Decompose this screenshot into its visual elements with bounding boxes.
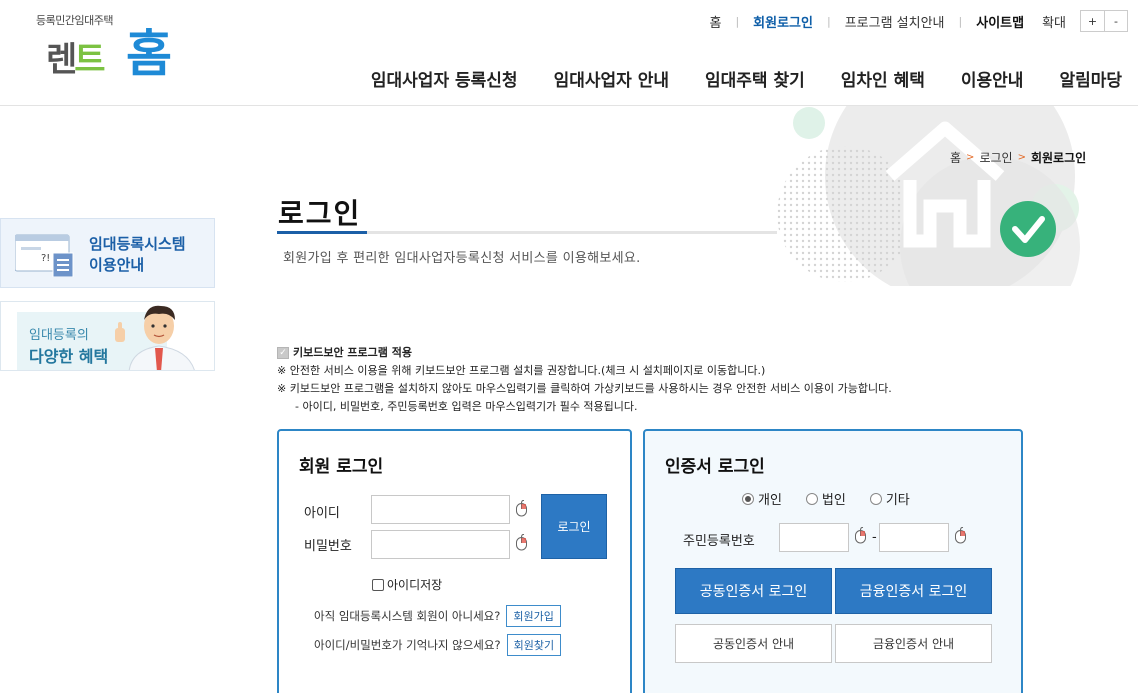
nav-item-tenant-benefits[interactable]: 임차인 혜택 <box>841 66 925 91</box>
save-id-label: 아이디저장 <box>387 578 443 592</box>
certificate-login-box: 인증서 로그인 개인 법인 기타 주민등록번호 - 공동인증서 로그인 금융인증… <box>643 429 1023 693</box>
zoom-label: 확대 <box>1042 15 1066 31</box>
breadcrumb: 홈 > 로그인 > 회원로그인 <box>950 149 1086 166</box>
main-nav: 임대사업자 등록신청 임대사업자 안내 임대주택 찾기 임차인 혜택 이용안내 … <box>335 66 1122 91</box>
mouse-input-icon[interactable] <box>515 534 528 551</box>
nav-item-registration[interactable]: 임대사업자 등록신청 <box>371 66 518 91</box>
id-label: 아이디 <box>304 506 340 521</box>
mouse-input-icon[interactable] <box>954 527 967 544</box>
util-sitemap-link[interactable]: 사이트맵 <box>976 12 1024 31</box>
nav-item-usage-guide[interactable]: 이용안내 <box>961 66 1024 91</box>
banner1-line2: 이용안내 <box>89 256 145 274</box>
financial-cert-guide-button[interactable]: 금융인증서 안내 <box>835 624 992 663</box>
banner2-line1: 임대등록의 <box>29 328 89 343</box>
cert-login-title: 인증서 로그인 <box>665 457 765 477</box>
util-home-link[interactable]: 홈 <box>709 12 721 31</box>
title-underline <box>277 231 777 234</box>
radio-corporate[interactable]: 법인 <box>805 489 846 508</box>
nav-item-notices[interactable]: 알림마당 <box>1059 66 1122 91</box>
logo-rent-char: 렌 <box>46 40 77 80</box>
decorative-house-graphic <box>770 106 1138 286</box>
find-row: 아이디/비밀번호가 기억나지 않으세요? 회원찾기 <box>314 634 562 656</box>
rrn-label: 주민등록번호 <box>683 534 755 549</box>
keyboard-security-label: 키보드보안 프로그램 적용 <box>293 346 412 359</box>
logo-home-text: 홈 <box>126 25 172 83</box>
svg-text:?!: ?! <box>41 253 50 264</box>
registration-benefits-banner[interactable]: 임대등록의 다양한 혜택 <box>0 301 215 371</box>
save-id-checkbox[interactable] <box>372 578 384 591</box>
utility-menu: 홈 | 회원로그인 | 프로그램 설치안내 | 사이트맵 확대 + - <box>709 10 1128 32</box>
divider: | <box>826 14 831 28</box>
password-label: 비밀번호 <box>304 539 352 554</box>
mouse-input-icon[interactable] <box>515 500 528 517</box>
notice-line-2: ※ 키보드보안 프로그램을 설치하지 않아도 마우스입력기를 클릭하여 가상키보… <box>277 382 892 395</box>
login-button[interactable]: 로그인 <box>541 494 607 559</box>
notice-line-1: ※ 안전한 서비스 이용을 위해 키보드보안 프로그램 설치를 권장합니다.(체… <box>277 364 766 377</box>
radio-other-button[interactable] <box>869 492 882 505</box>
radio-other[interactable]: 기타 <box>869 489 910 508</box>
keyboard-security-checkbox[interactable]: ✓ <box>277 347 289 359</box>
join-question: 아직 임대등록시스템 회원이 아니세요? <box>314 609 501 623</box>
find-member-button[interactable]: 회원찾기 <box>506 634 562 656</box>
nav-item-landlord-guide[interactable]: 임대사업자 안내 <box>554 66 669 91</box>
mouse-input-icon[interactable] <box>854 527 867 544</box>
banner1-line1: 임대등록시스템 <box>89 235 186 253</box>
logo-t-char: 트 <box>74 40 105 80</box>
rrn-back-input[interactable] <box>879 523 949 552</box>
header: 등록민간임대주택 렌트 홈 홈 | 회원로그인 | 프로그램 설치안내 | 사이… <box>0 0 1138 106</box>
password-input[interactable] <box>371 530 510 559</box>
rrn-dash: - <box>872 530 877 545</box>
radio-corporate-button[interactable] <box>805 492 818 505</box>
zoom-controls: + - <box>1080 10 1128 32</box>
breadcrumb-home[interactable]: 홈 <box>950 149 961 166</box>
financial-cert-login-button[interactable]: 금융인증서 로그인 <box>835 568 992 614</box>
id-input[interactable] <box>371 495 510 524</box>
joint-cert-login-button[interactable]: 공동인증서 로그인 <box>675 568 832 614</box>
businessman-illustration-icon <box>115 305 195 370</box>
rrn-front-input[interactable] <box>779 523 849 552</box>
breadcrumb-arrow-icon: > <box>966 152 975 163</box>
find-question: 아이디/비밀번호가 기억나지 않으세요? <box>314 638 501 652</box>
keyboard-security-row: ✓ 키보드보안 프로그램 적용 <box>277 344 892 362</box>
divider: | <box>958 14 963 28</box>
rent-home-logo[interactable]: 등록민간임대주택 렌트 홈 <box>36 10 186 85</box>
zoom-in-button[interactable]: + <box>1081 11 1104 31</box>
document-illustration-icon: ?! <box>15 234 74 277</box>
notice-line-3: - 아이디, 비밀번호, 주민등록번호 입력은 마우스입력기가 필수 적용됩니다… <box>295 400 638 413</box>
page-title: 로그인 <box>278 197 362 230</box>
util-program-install-link[interactable]: 프로그램 설치안내 <box>845 12 945 31</box>
breadcrumb-current: 회원로그인 <box>1030 151 1087 165</box>
breadcrumb-login[interactable]: 로그인 <box>979 149 1012 166</box>
member-login-box: 회원 로그인 아이디 비밀번호 로그인 아이디저장 아직 임대등록시스템 회원이… <box>277 429 632 693</box>
banner2-line2: 다양한 혜택 <box>29 347 109 366</box>
page-description: 회원가입 후 편리한 임대사업자등록신청 서비스를 이용해보세요. <box>283 251 641 266</box>
joint-cert-guide-button[interactable]: 공동인증서 안내 <box>675 624 832 663</box>
user-type-radio-group: 개인 법인 기타 <box>742 489 934 508</box>
util-member-login-link[interactable]: 회원로그인 <box>753 12 813 31</box>
nav-item-find-housing[interactable]: 임대주택 찾기 <box>705 66 805 91</box>
security-notice: ✓ 키보드보안 프로그램 적용 ※ 안전한 서비스 이용을 위해 키보드보안 프… <box>277 344 892 416</box>
logo-rent-text: 렌트 <box>46 32 106 81</box>
save-id-checkbox-row[interactable]: 아이디저장 <box>372 576 442 593</box>
system-guide-banner[interactable]: ?! 임대등록시스템 이용안내 <box>0 218 215 288</box>
system-guide-banner-text: 임대등록시스템 이용안내 <box>89 234 186 276</box>
radio-individual-label: 개인 <box>758 493 782 508</box>
logo-subtitle: 등록민간임대주택 <box>36 14 113 27</box>
join-row: 아직 임대등록시스템 회원이 아니세요? 회원가입 <box>314 605 561 627</box>
join-button[interactable]: 회원가입 <box>506 605 561 627</box>
radio-individual[interactable]: 개인 <box>742 489 782 508</box>
member-login-title: 회원 로그인 <box>299 457 384 477</box>
radio-other-label: 기타 <box>885 493 910 508</box>
zoom-out-button[interactable]: - <box>1104 11 1127 31</box>
breadcrumb-arrow-icon: > <box>1017 152 1026 163</box>
divider: | <box>735 14 740 28</box>
radio-corporate-label: 법인 <box>821 493 846 508</box>
radio-individual-button[interactable] <box>742 492 754 505</box>
